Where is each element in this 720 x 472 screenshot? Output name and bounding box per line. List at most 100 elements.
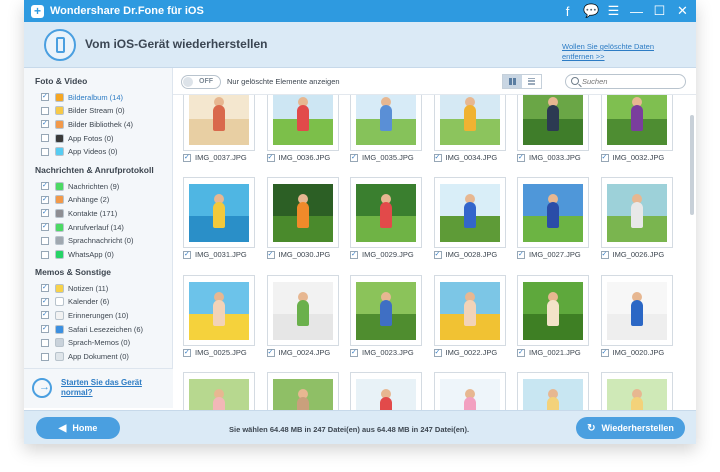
sidebar-item[interactable]: Nachrichten (9): [41, 180, 119, 192]
photo-checkbox[interactable]: [350, 250, 358, 259]
photo-thumbnail[interactable]: [350, 372, 422, 410]
sidebar-item-checkbox[interactable]: [41, 352, 49, 361]
sidebar-item-checkbox[interactable]: [41, 134, 49, 143]
maximize-button[interactable]: ☐: [652, 3, 667, 19]
photo-thumbnail[interactable]: [350, 177, 422, 248]
photo-item[interactable]: [350, 372, 422, 410]
photo-item[interactable]: IMG_0036.JPG: [266, 95, 339, 162]
photo-thumbnail[interactable]: [600, 275, 673, 346]
sidebar-item[interactable]: WhatsApp (0): [41, 249, 114, 261]
list-view-button[interactable]: [522, 75, 541, 88]
photo-thumbnail[interactable]: [517, 177, 589, 248]
deleted-only-toggle[interactable]: OFF: [181, 75, 221, 89]
feedback-icon[interactable]: 💬: [583, 3, 599, 19]
photo-checkbox[interactable]: [183, 153, 191, 162]
photo-item[interactable]: IMG_0021.JPG: [517, 275, 589, 357]
sidebar-item[interactable]: App Dokument (0): [41, 351, 129, 363]
sidebar-item[interactable]: Erinnerungen (10): [41, 309, 128, 321]
scrollbar[interactable]: [690, 115, 694, 215]
sidebar-item-checkbox[interactable]: [41, 195, 49, 204]
sidebar-item-checkbox[interactable]: [41, 310, 49, 320]
sidebar-item[interactable]: Notizen (11): [41, 282, 108, 294]
photo-item[interactable]: [266, 372, 339, 410]
grid-view-button[interactable]: [503, 75, 522, 88]
sidebar-item[interactable]: Anhänge (2): [41, 194, 109, 206]
sidebar-item-checkbox[interactable]: [41, 222, 49, 232]
photo-thumbnail[interactable]: [266, 372, 339, 410]
photo-item[interactable]: IMG_0031.JPG: [183, 177, 255, 259]
sidebar-item-checkbox[interactable]: [41, 297, 49, 306]
photo-thumbnail[interactable]: [350, 275, 422, 346]
photo-checkbox[interactable]: [266, 153, 275, 162]
sidebar-item[interactable]: Anrufverlauf (14): [41, 221, 124, 233]
photo-item[interactable]: IMG_0030.JPG: [266, 177, 339, 259]
photo-item[interactable]: IMG_0024.JPG: [266, 275, 339, 357]
photo-checkbox[interactable]: [600, 250, 609, 259]
photo-item[interactable]: IMG_0029.JPG: [350, 177, 422, 259]
home-button[interactable]: ◀ Home: [36, 417, 120, 439]
photo-thumbnail[interactable]: [600, 95, 673, 151]
photo-checkbox[interactable]: [266, 348, 275, 357]
photo-thumbnail[interactable]: [517, 372, 589, 410]
sidebar-item-checkbox[interactable]: [41, 181, 49, 190]
photo-thumbnail[interactable]: [433, 177, 506, 248]
photo-checkbox[interactable]: [183, 250, 191, 259]
delete-data-link[interactable]: Wollen Sie gelöschte Daten entfernen >>: [562, 42, 662, 62]
sidebar-item-checkbox[interactable]: [41, 338, 49, 347]
photo-item[interactable]: [183, 372, 255, 410]
photo-checkbox[interactable]: [266, 250, 275, 259]
sidebar-item-checkbox[interactable]: [41, 106, 49, 115]
photo-thumbnail[interactable]: [266, 177, 339, 248]
photo-item[interactable]: IMG_0037.JPG: [183, 95, 255, 162]
photo-thumbnail[interactable]: [350, 95, 422, 151]
photo-thumbnail[interactable]: [517, 95, 589, 151]
sidebar-item[interactable]: Kalender (6): [41, 296, 109, 308]
photo-item[interactable]: IMG_0033.JPG: [517, 95, 589, 162]
sidebar-item[interactable]: Bilder Stream (0): [41, 105, 125, 117]
photo-thumbnail[interactable]: [433, 95, 506, 151]
recover-button[interactable]: ↻ Wiederherstellen: [576, 417, 685, 439]
sidebar-item-checkbox[interactable]: [41, 283, 49, 292]
sidebar-item[interactable]: Kontakte (171): [41, 207, 117, 219]
sidebar-item-checkbox[interactable]: [41, 119, 49, 129]
photo-thumbnail[interactable]: [183, 177, 255, 248]
sidebar-item[interactable]: Bilderalbum (14): [41, 91, 123, 103]
sidebar-item[interactable]: App Fotos (0): [41, 132, 113, 144]
photo-item[interactable]: IMG_0034.JPG: [433, 95, 506, 162]
sidebar-item-checkbox[interactable]: [41, 208, 49, 218]
photo-thumbnail[interactable]: [183, 95, 255, 151]
facebook-icon[interactable]: f: [560, 4, 575, 19]
menu-icon[interactable]: ☰: [606, 3, 621, 19]
photo-thumbnail[interactable]: [433, 372, 506, 410]
restart-device-link[interactable]: Starten Sie das Gerät normal?: [61, 378, 161, 398]
photo-item[interactable]: IMG_0020.JPG: [600, 275, 673, 357]
photo-checkbox[interactable]: [183, 348, 191, 357]
photo-item[interactable]: IMG_0027.JPG: [517, 177, 589, 259]
photo-thumbnail[interactable]: [183, 372, 255, 410]
photo-item[interactable]: [433, 372, 506, 410]
photo-checkbox[interactable]: [433, 153, 442, 162]
close-button[interactable]: ✕: [675, 3, 690, 19]
sidebar-item-checkbox[interactable]: [41, 236, 49, 245]
photo-checkbox[interactable]: [600, 153, 609, 162]
photo-checkbox[interactable]: [517, 348, 525, 357]
photo-item[interactable]: IMG_0023.JPG: [350, 275, 422, 357]
photo-item[interactable]: IMG_0032.JPG: [600, 95, 673, 162]
photo-item[interactable]: IMG_0028.JPG: [433, 177, 506, 259]
photo-item[interactable]: IMG_0022.JPG: [433, 275, 506, 357]
photo-thumbnail[interactable]: [266, 95, 339, 151]
photo-checkbox[interactable]: [350, 153, 358, 162]
photo-thumbnail[interactable]: [600, 372, 673, 410]
photo-checkbox[interactable]: [600, 348, 609, 357]
sidebar-item[interactable]: Safari Lesezeichen (6): [41, 323, 143, 335]
sidebar-item[interactable]: App Videos (0): [41, 146, 117, 158]
photo-checkbox[interactable]: [517, 250, 525, 259]
photo-checkbox[interactable]: [433, 250, 442, 259]
photo-item[interactable]: [517, 372, 589, 410]
sidebar-item-checkbox[interactable]: [41, 92, 49, 101]
sidebar-item[interactable]: Sprach-Memos (0): [41, 337, 130, 349]
sidebar-item-checkbox[interactable]: [41, 250, 49, 259]
sidebar-item[interactable]: Bilder Bibliothek (4): [41, 118, 133, 130]
photo-checkbox[interactable]: [433, 348, 442, 357]
sidebar-item[interactable]: Sprachnachricht (0): [41, 235, 133, 247]
